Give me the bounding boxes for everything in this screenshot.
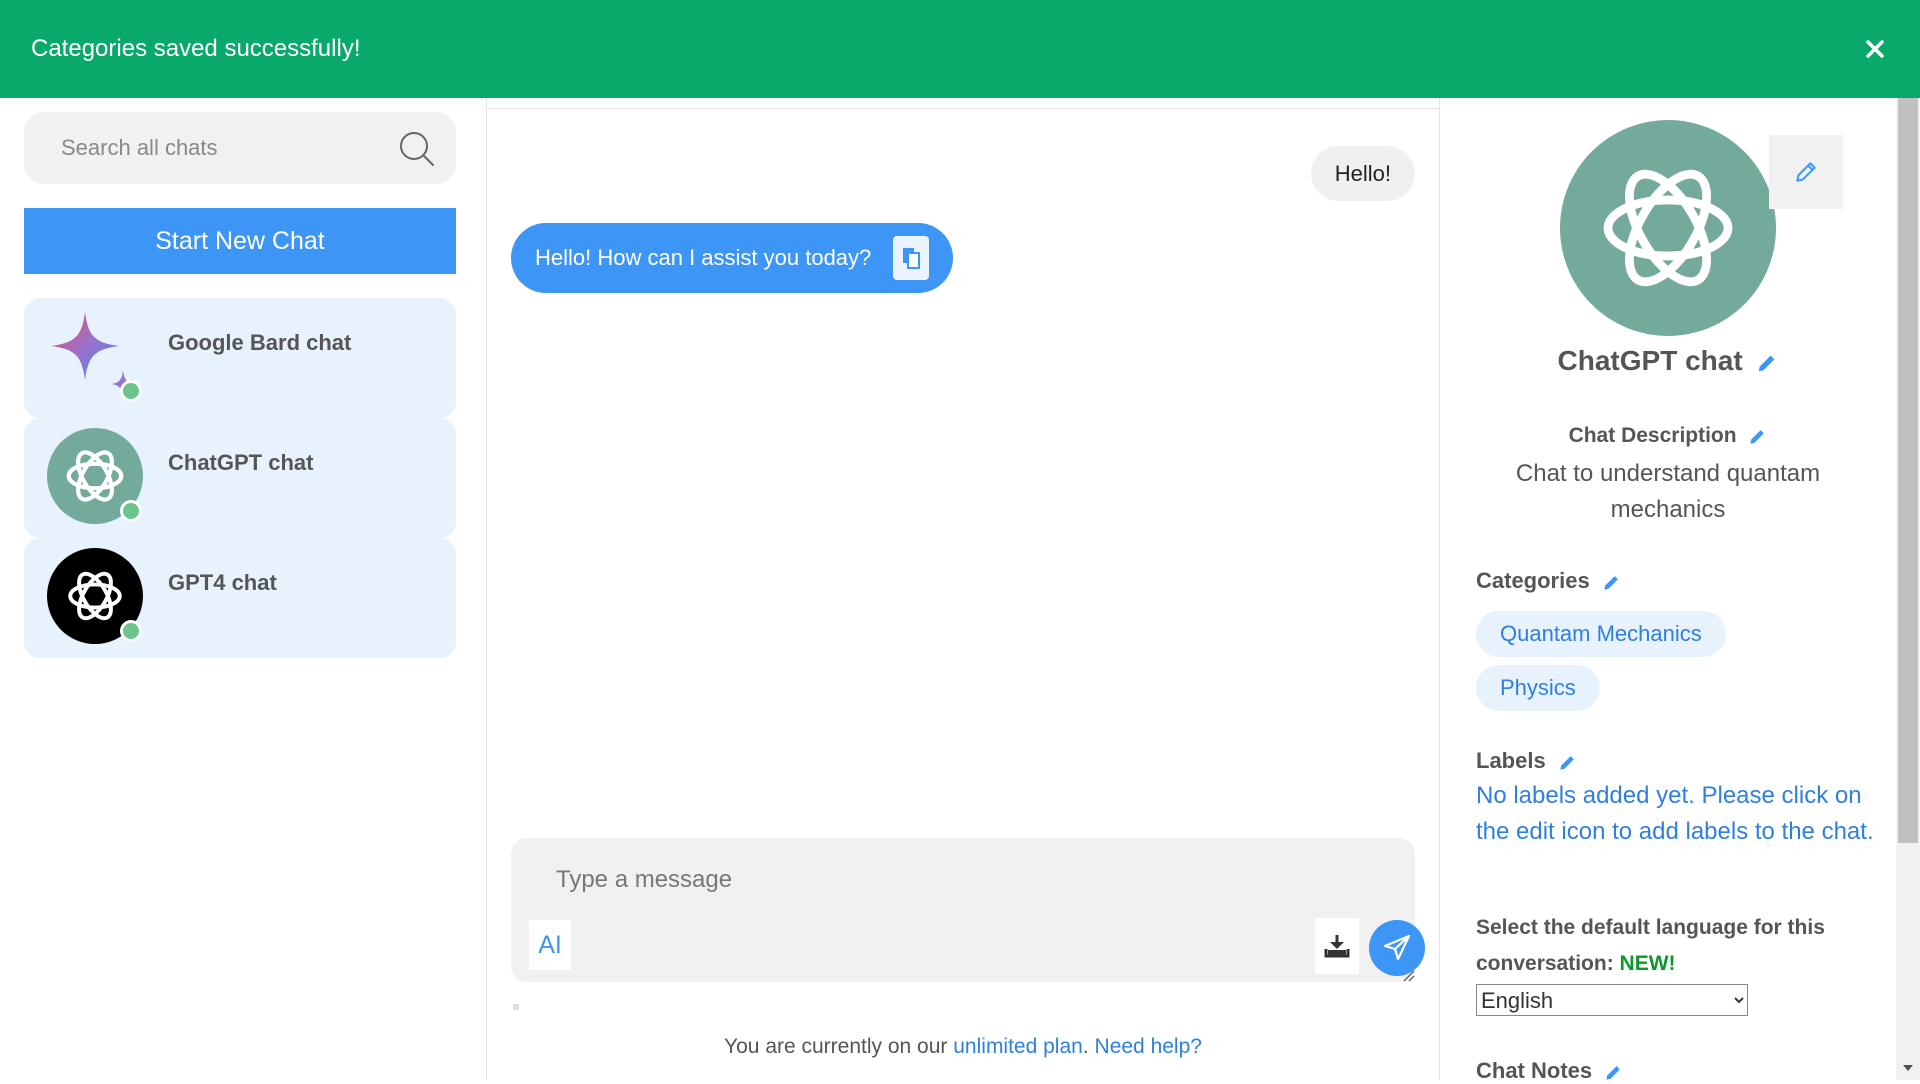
chat-notes-label: Chat Notes xyxy=(1476,1058,1623,1084)
chat-sidebar: Start New Chat Google Bard chat xyxy=(0,98,486,1080)
edit-description-pencil-icon[interactable] xyxy=(1748,427,1767,446)
conversation-panel: Hello! Hello! How can I assist you today… xyxy=(486,98,1440,1080)
toast-message: Categories saved successfully! xyxy=(31,35,361,62)
chat-avatar xyxy=(1560,120,1776,336)
message-text: Hello! How can I assist you today? xyxy=(535,245,872,270)
close-icon xyxy=(1866,40,1884,58)
message-text: Hello! xyxy=(1334,160,1391,186)
edit-labels-pencil-icon[interactable] xyxy=(1558,753,1577,772)
category-pill[interactable]: Physics xyxy=(1476,665,1600,711)
message-composer: AI xyxy=(511,838,1425,982)
labels-empty-message: No labels added yet. Please click on the… xyxy=(1476,782,1874,845)
description-label-text: Chat Description xyxy=(1568,424,1737,447)
message-input[interactable] xyxy=(556,866,1256,906)
language-select[interactable]: English xyxy=(1476,984,1748,1016)
description-text: Chat to understand quantam mechanics xyxy=(1515,460,1821,523)
online-status-dot xyxy=(120,500,142,522)
page-scrollbar[interactable] xyxy=(1896,98,1920,1080)
edit-categories-pencil-icon[interactable] xyxy=(1602,573,1621,592)
language-label: Select the default language for this con… xyxy=(1476,910,1876,982)
edit-title-pencil-icon[interactable] xyxy=(1756,352,1778,374)
categories-label: Categories xyxy=(1476,568,1621,594)
chat-item-google-bard[interactable]: Google Bard chat xyxy=(24,298,456,418)
send-icon xyxy=(1383,934,1411,961)
chat-item-name: Google Bard chat xyxy=(168,330,352,355)
search-icon[interactable] xyxy=(398,130,436,168)
category-pill[interactable]: Quantam Mechanics xyxy=(1476,611,1726,657)
need-help-link[interactable]: Need help? xyxy=(1095,1035,1202,1058)
chat-title-text: ChatGPT chat xyxy=(1557,345,1743,376)
decorative-marker xyxy=(513,1004,519,1010)
online-status-dot xyxy=(120,620,142,642)
copy-icon xyxy=(903,248,921,269)
labels-label-text: Labels xyxy=(1476,748,1546,773)
scroll-down-arrow-icon[interactable] xyxy=(1902,1062,1914,1074)
start-new-chat-button[interactable]: Start New Chat xyxy=(24,208,456,274)
chat-item-name: ChatGPT chat xyxy=(168,450,314,475)
chat-list: Google Bard chat ChatGPT chat GPT4 chat xyxy=(24,298,456,658)
success-toast: Categories saved successfully! xyxy=(0,0,1920,98)
online-status-dot xyxy=(120,380,142,402)
chat-notes-label-text: Chat Notes xyxy=(1476,1058,1593,1083)
ai-assist-button[interactable]: AI xyxy=(529,920,571,970)
plan-period: . xyxy=(1082,1035,1089,1058)
user-message-bubble: Hello! xyxy=(1310,146,1415,201)
unlimited-plan-link[interactable]: unlimited plan xyxy=(953,1035,1083,1058)
chat-item-gpt4[interactable]: GPT4 chat xyxy=(24,538,456,658)
labels-label: Labels xyxy=(1476,748,1577,774)
chatgpt-icon xyxy=(1603,169,1733,287)
categories-label-text: Categories xyxy=(1476,568,1590,593)
new-badge: NEW! xyxy=(1619,952,1676,975)
chat-item-chatgpt[interactable]: ChatGPT chat xyxy=(24,418,456,538)
copy-message-button[interactable] xyxy=(893,236,930,280)
scrollbar-thumb[interactable] xyxy=(1898,98,1918,843)
search-input[interactable] xyxy=(61,135,391,161)
description-label: Chat Description xyxy=(1440,424,1896,448)
download-button[interactable] xyxy=(1315,918,1359,974)
assistant-message-bubble: Hello! How can I assist you today? xyxy=(511,223,954,293)
divider xyxy=(487,108,1439,109)
plan-prefix: You are currently on our xyxy=(724,1035,954,1058)
pencil-icon xyxy=(1796,162,1816,182)
chat-title: ChatGPT chat xyxy=(1440,345,1896,377)
chat-details-panel: ChatGPT chat Chat Description Chat to un… xyxy=(1440,98,1896,1083)
edit-avatar-button[interactable] xyxy=(1769,135,1843,209)
resize-handle-icon[interactable] xyxy=(1401,968,1415,982)
send-message-button[interactable] xyxy=(1369,920,1425,976)
plan-info: You are currently on our unlimited plan.… xyxy=(487,1035,1439,1059)
chat-item-name: GPT4 chat xyxy=(168,570,277,595)
search-box xyxy=(24,112,456,184)
close-toast-button[interactable] xyxy=(1860,34,1890,64)
download-icon xyxy=(1324,935,1350,958)
edit-notes-pencil-icon[interactable] xyxy=(1604,1063,1623,1082)
